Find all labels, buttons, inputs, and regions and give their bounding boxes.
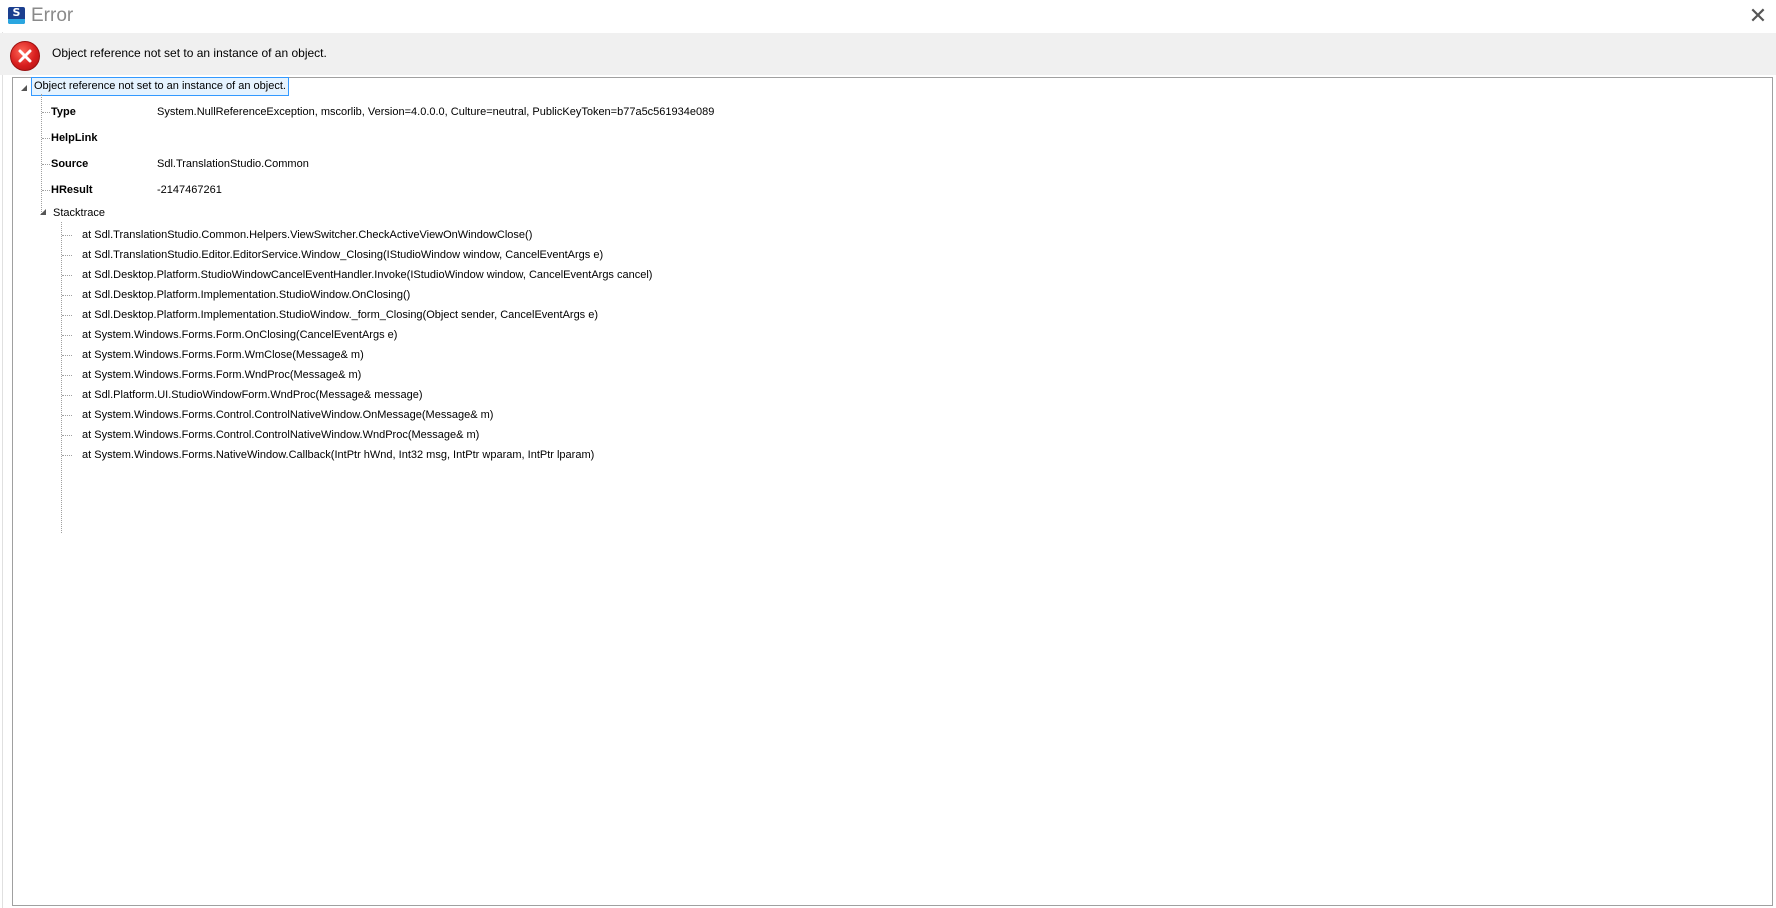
collapse-arrow-icon[interactable] <box>21 85 27 91</box>
stacktrace-line[interactable]: at Sdl.Desktop.Platform.StudioWindowCanc… <box>82 268 652 282</box>
left-border <box>2 0 3 908</box>
tree-connector <box>42 138 50 139</box>
stacktrace-line[interactable]: at Sdl.TranslationStudio.Common.Helpers.… <box>82 228 532 242</box>
tree-connector <box>62 255 72 256</box>
stacktrace-line[interactable]: at System.Windows.Forms.Form.OnClosing(C… <box>82 328 397 342</box>
stacktrace-line[interactable]: at Sdl.Platform.UI.StudioWindowForm.WndP… <box>82 388 423 402</box>
stacktrace-line[interactable]: at System.Windows.Forms.Form.WndProc(Mes… <box>82 368 361 382</box>
tree-root-node[interactable]: Object reference not set to an instance … <box>31 77 289 96</box>
exception-tree[interactable]: Object reference not set to an instance … <box>12 77 1773 906</box>
property-value-source: Sdl.TranslationStudio.Common <box>157 158 309 170</box>
error-message: Object reference not set to an instance … <box>52 46 327 60</box>
tree-connector <box>62 435 72 436</box>
window-title: Error <box>31 5 74 26</box>
stacktrace-line[interactable]: at System.Windows.Forms.Control.ControlN… <box>82 428 479 442</box>
property-name-hresult[interactable]: HResult <box>51 183 93 197</box>
title-bar[interactable]: S Error ✕ <box>0 0 1776 32</box>
stacktrace-line[interactable]: at Sdl.TranslationStudio.Editor.EditorSe… <box>82 248 603 262</box>
property-value-hresult: -2147467261 <box>157 184 222 196</box>
stacktrace-line[interactable]: at Sdl.Desktop.Platform.Implementation.S… <box>82 308 598 322</box>
tree-connector <box>62 375 72 376</box>
property-name-helplink[interactable]: HelpLink <box>51 131 97 145</box>
property-name-source[interactable]: Source <box>51 157 88 171</box>
tree-connector <box>42 190 50 191</box>
stacktrace-line[interactable]: at Sdl.Desktop.Platform.Implementation.S… <box>82 288 410 302</box>
tree-connector <box>62 355 72 356</box>
error-header: Object reference not set to an instance … <box>0 33 1776 75</box>
tree-connector <box>62 295 72 296</box>
tree-connector <box>62 315 72 316</box>
tree-connector <box>62 415 72 416</box>
sdl-studio-icon: S <box>8 7 25 24</box>
tree-connector <box>62 235 72 236</box>
close-button[interactable]: ✕ <box>1744 2 1772 30</box>
error-x-icon <box>10 41 40 71</box>
property-value-type: System.NullReferenceException, mscorlib,… <box>157 106 715 118</box>
property-name-type[interactable]: Type <box>51 105 76 119</box>
stacktrace-line[interactable]: at System.Windows.Forms.NativeWindow.Cal… <box>82 448 594 462</box>
error-dialog: S Error ✕ Object reference not set to an… <box>0 0 1776 908</box>
tree-connector <box>61 222 62 533</box>
tree-connector <box>62 335 72 336</box>
stacktrace-line[interactable]: at System.Windows.Forms.Form.WmClose(Mes… <box>82 348 364 362</box>
collapse-arrow-icon[interactable] <box>40 209 46 215</box>
stacktrace-line[interactable]: at System.Windows.Forms.Control.ControlN… <box>82 408 493 422</box>
tree-connector <box>62 455 72 456</box>
tree-connector <box>42 164 50 165</box>
stacktrace-node[interactable]: Stacktrace <box>53 206 105 220</box>
tree-connector <box>62 395 72 396</box>
tree-connector <box>62 275 72 276</box>
tree-connector <box>42 112 50 113</box>
